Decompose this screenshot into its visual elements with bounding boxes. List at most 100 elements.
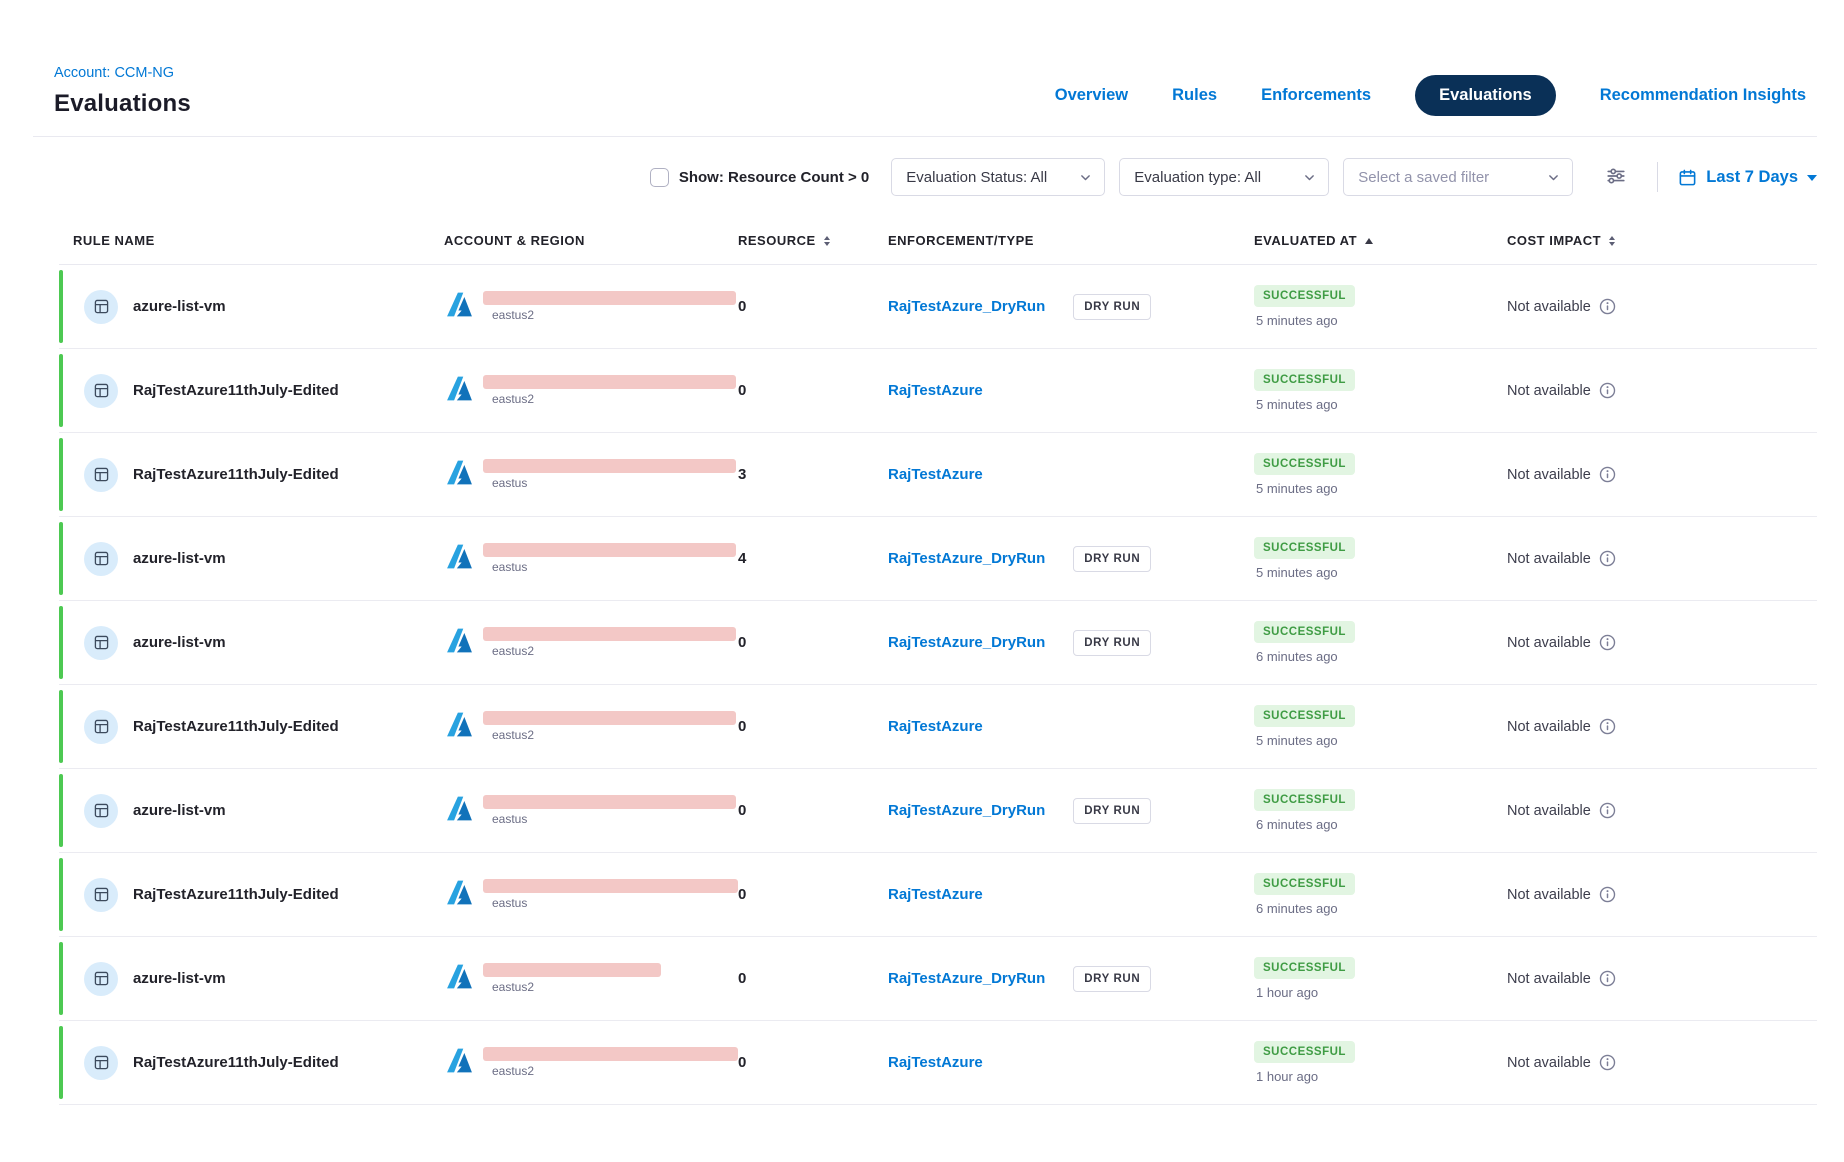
rule-name: RajTestAzure11thJuly-Edited <box>133 886 339 903</box>
enforcement-link[interactable]: RajTestAzure_DryRun <box>888 550 1045 567</box>
enforcement-cell: RajTestAzure_DryRun DRY RUN <box>888 798 1254 824</box>
rule-icon <box>84 710 118 744</box>
resource-count-checkbox[interactable] <box>650 168 669 187</box>
table-row[interactable]: azure-list-vm eastus2 0 RajTestAzure_Dry… <box>59 937 1817 1021</box>
evaluations-table: RULE NAME ACCOUNT & REGION RESOURCE ENFO… <box>59 217 1817 1105</box>
rule-name-cell: azure-list-vm <box>73 962 444 996</box>
enforcement-link[interactable]: RajTestAzure_DryRun <box>888 970 1045 987</box>
column-header-cost-impact[interactable]: COST IMPACT <box>1507 233 1817 248</box>
info-icon[interactable] <box>1599 970 1616 987</box>
rule-icon <box>84 962 118 996</box>
filter-dropdown-evaluation-type-all[interactable]: Evaluation type: All <box>1119 158 1329 196</box>
column-header-label: ACCOUNT & REGION <box>444 233 585 248</box>
dry-run-badge: DRY RUN <box>1073 630 1151 656</box>
account-region-cell: eastus <box>444 459 738 490</box>
table-header-row: RULE NAME ACCOUNT & REGION RESOURCE ENFO… <box>59 217 1817 265</box>
account-info: eastus2 <box>483 375 736 406</box>
cost-impact-value: Not available <box>1507 635 1591 651</box>
rule-name-cell: azure-list-vm <box>73 794 444 828</box>
table-row[interactable]: RajTestAzure11thJuly-Edited eastus2 0 Ra… <box>59 349 1817 433</box>
filter-dropdown-evaluation-status-all[interactable]: Evaluation Status: All <box>891 158 1105 196</box>
evaluated-time: 6 minutes ago <box>1254 817 1338 832</box>
rule-icon <box>84 374 118 408</box>
nav-tab-rules[interactable]: Rules <box>1172 86 1217 105</box>
sliders-icon <box>1605 165 1627 190</box>
evaluated-at-cell: SUCCESSFUL 5 minutes ago <box>1254 285 1507 328</box>
nav-tab-recommendation-insights[interactable]: Recommendation Insights <box>1600 86 1806 105</box>
row-status-accent <box>59 858 63 931</box>
status-badge: SUCCESSFUL <box>1254 453 1355 475</box>
page-header: Account: CCM-NG Evaluations Overview Rule… <box>0 0 1844 118</box>
cost-impact-cell: Not available <box>1507 1054 1817 1071</box>
rule-name-cell: RajTestAzure11thJuly-Edited <box>73 710 444 744</box>
nav-tab-enforcements[interactable]: Enforcements <box>1261 86 1371 105</box>
region-label: eastus2 <box>483 392 736 406</box>
row-status-accent <box>59 606 63 679</box>
cost-impact-value: Not available <box>1507 1055 1591 1071</box>
cost-impact-value: Not available <box>1507 383 1591 399</box>
info-icon[interactable] <box>1599 634 1616 651</box>
filter-dropdown-select-a-saved-filter[interactable]: Select a saved filter <box>1343 158 1573 196</box>
column-header-account-region: ACCOUNT & REGION <box>444 233 738 248</box>
table-row[interactable]: RajTestAzure11thJuly-Edited eastus2 0 Ra… <box>59 685 1817 769</box>
date-range-picker[interactable]: Last 7 Days <box>1678 168 1817 187</box>
enforcement-link[interactable]: RajTestAzure <box>888 1054 983 1071</box>
account-region-cell: eastus2 <box>444 1047 738 1078</box>
nav-tab-overview[interactable]: Overview <box>1055 86 1128 105</box>
evaluated-at-cell: SUCCESSFUL 5 minutes ago <box>1254 453 1507 496</box>
info-icon[interactable] <box>1599 802 1616 819</box>
region-label: eastus2 <box>483 308 736 322</box>
rule-name: RajTestAzure11thJuly-Edited <box>133 718 339 735</box>
region-label: eastus2 <box>483 980 661 994</box>
info-icon[interactable] <box>1599 550 1616 567</box>
table-row[interactable]: azure-list-vm eastus 4 RajTestAzure_DryR… <box>59 517 1817 601</box>
enforcement-link[interactable]: RajTestAzure <box>888 382 983 399</box>
table-row[interactable]: RajTestAzure11thJuly-Edited eastus 0 Raj… <box>59 853 1817 937</box>
account-region-cell: eastus <box>444 543 738 574</box>
resource-count-filter[interactable]: Show: Resource Count > 0 <box>650 168 869 187</box>
chevron-down-icon <box>1547 171 1560 184</box>
column-header-label: RULE NAME <box>73 233 155 248</box>
resource-count: 0 <box>738 382 888 399</box>
enforcement-link[interactable]: RajTestAzure <box>888 466 983 483</box>
evaluated-time: 1 hour ago <box>1254 1069 1318 1084</box>
table-row[interactable]: azure-list-vm eastus2 0 RajTestAzure_Dry… <box>59 265 1817 349</box>
status-badge: SUCCESSFUL <box>1254 369 1355 391</box>
nav-tab-evaluations[interactable]: Evaluations <box>1415 75 1556 116</box>
rule-icon <box>84 542 118 576</box>
info-icon[interactable] <box>1599 718 1616 735</box>
table-row[interactable]: RajTestAzure11thJuly-Edited eastus2 0 Ra… <box>59 1021 1817 1105</box>
rule-icon <box>84 290 118 324</box>
table-row[interactable]: RajTestAzure11thJuly-Edited eastus 3 Raj… <box>59 433 1817 517</box>
info-icon[interactable] <box>1599 466 1616 483</box>
enforcement-link[interactable]: RajTestAzure <box>888 718 983 735</box>
enforcement-cell: RajTestAzure_DryRun DRY RUN <box>888 546 1254 572</box>
info-icon[interactable] <box>1599 298 1616 315</box>
info-icon[interactable] <box>1599 382 1616 399</box>
top-nav: Overview Rules Enforcements Evaluations Reco… <box>1055 67 1806 116</box>
cost-impact-value: Not available <box>1507 551 1591 567</box>
enforcement-link[interactable]: RajTestAzure_DryRun <box>888 802 1045 819</box>
enforcement-cell: RajTestAzure_DryRun DRY RUN <box>888 630 1254 656</box>
info-icon[interactable] <box>1599 1054 1616 1071</box>
info-icon[interactable] <box>1599 886 1616 903</box>
column-header-resource[interactable]: RESOURCE <box>738 233 888 248</box>
cost-impact-cell: Not available <box>1507 970 1817 987</box>
region-label: eastus <box>483 560 736 574</box>
region-label: eastus2 <box>483 728 736 742</box>
rule-name: azure-list-vm <box>133 802 226 819</box>
enforcement-link[interactable]: RajTestAzure_DryRun <box>888 634 1045 651</box>
region-label: eastus <box>483 896 738 910</box>
column-header-evaluated-at[interactable]: EVALUATED AT <box>1254 233 1507 248</box>
table-row[interactable]: azure-list-vm eastus2 0 RajTestAzure_Dry… <box>59 601 1817 685</box>
rule-name-cell: azure-list-vm <box>73 290 444 324</box>
enforcement-link[interactable]: RajTestAzure_DryRun <box>888 298 1045 315</box>
enforcement-link[interactable]: RajTestAzure <box>888 886 983 903</box>
account-region-cell: eastus <box>444 879 738 910</box>
account-name-redacted <box>483 543 736 557</box>
breadcrumb-account-link[interactable]: Account: CCM-NG <box>54 65 174 81</box>
table-row[interactable]: azure-list-vm eastus 0 RajTestAzure_DryR… <box>59 769 1817 853</box>
filter-settings-button[interactable] <box>1599 159 1633 196</box>
azure-logo-icon <box>444 878 474 908</box>
account-name-redacted <box>483 459 736 473</box>
